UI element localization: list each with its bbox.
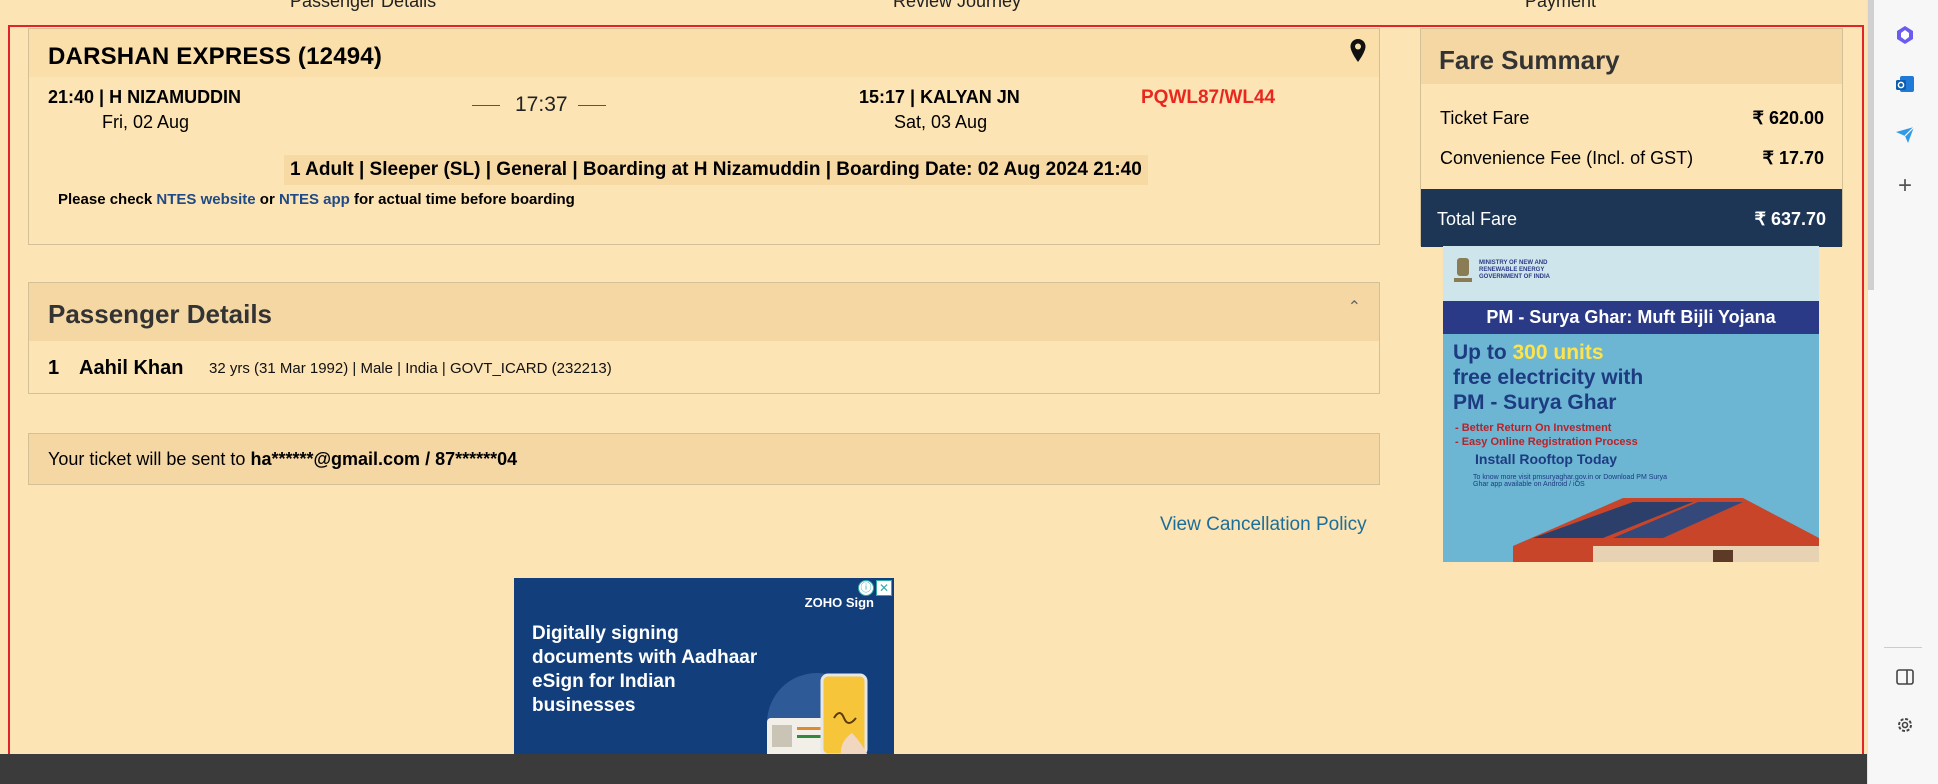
page-content: Passenger Details Review Journey Payment… — [0, 0, 1867, 784]
ad-surya-headline: Up to 300 units free electricity with PM… — [1453, 340, 1703, 415]
esign-illustration-icon — [767, 673, 872, 763]
add-icon[interactable]: + — [1894, 174, 1916, 198]
fare-summary-card: Fare Summary Ticket Fare ₹ 620.00 Conven… — [1420, 28, 1843, 247]
step-passenger-details[interactable]: Passenger Details — [290, 0, 436, 12]
ntes-note: Please check NTES website or NTES app fo… — [58, 191, 575, 208]
departure-date: Fri, 02 Aug — [102, 112, 190, 132]
passenger-details-card: Passenger Details ⌃ 1 Aahil Khan 32 yrs … — [28, 282, 1380, 394]
ticket-fare-label: Ticket Fare — [1440, 108, 1530, 128]
ad-line3: PM - Surya Ghar — [1453, 391, 1617, 414]
journey-card: DARSHAN EXPRESS (12494) 21:40 | H NIZAMU… — [28, 28, 1380, 245]
send-icon[interactable] — [1894, 124, 1916, 146]
waitlist-status: PQWL87/WL44 — [1141, 87, 1276, 108]
outlook-icon[interactable] — [1894, 73, 1916, 95]
passenger-info: 32 yrs (31 Mar 1992) | Male | India | GO… — [209, 360, 612, 377]
passenger-details-header[interactable]: Passenger Details ⌃ — [29, 283, 1379, 341]
ntes-website-link[interactable]: NTES website — [156, 191, 255, 208]
ad-line2: free electricity with — [1453, 366, 1644, 389]
total-fare-value: ₹ 637.70 — [1754, 209, 1826, 229]
passenger-number: 1 — [48, 357, 60, 379]
step-payment[interactable]: Payment — [1525, 0, 1596, 12]
convenience-fee-value: ₹ 17.70 — [1762, 148, 1825, 168]
ad-units: 300 units — [1512, 341, 1604, 364]
view-cancellation-policy-link[interactable]: View Cancellation Policy — [1160, 514, 1367, 536]
ad-bullet-1: - Better Return On Investment — [1455, 422, 1612, 434]
ad-info-icon[interactable]: ⓘ — [858, 580, 874, 596]
booking-summary: 1 Adult | Sleeper (SL) | General | Board… — [284, 155, 1148, 185]
split-panel-icon[interactable] — [1894, 666, 1916, 688]
ad-up-to: Up to — [1453, 341, 1507, 364]
ticket-contact-value: ha******@gmail.com / 87******04 — [250, 449, 518, 469]
fare-summary-title: Fare Summary — [1439, 45, 1620, 75]
fare-summary-header: Fare Summary — [1421, 29, 1842, 84]
departure-time-station: 21:40 | H NIZAMUDDIN — [48, 87, 242, 107]
arrival-time-station: 15:17 | KALYAN JN — [859, 87, 1020, 107]
ticket-contact-text: Your ticket will be sent to ha******@gma… — [48, 449, 517, 470]
map-pin-icon[interactable] — [1349, 38, 1367, 64]
ad-bullet-2: - Easy Online Registration Process — [1455, 436, 1638, 448]
zoho-sign-ad[interactable]: ⓘ ✕ ZOHO Sign Digitally signing document… — [514, 578, 894, 763]
bottom-strip — [0, 754, 1867, 784]
ticket-contact-card: Your ticket will be sent to ha******@gma… — [28, 433, 1380, 485]
ticket-contact-prefix: Your ticket will be sent to — [48, 449, 246, 469]
progress-stepper: Passenger Details Review Journey Payment — [0, 0, 1867, 24]
step-review-journey[interactable]: Review Journey — [893, 0, 1021, 12]
convenience-fee-label: Convenience Fee (Incl. of GST) — [1440, 148, 1694, 168]
gear-icon[interactable] — [1894, 714, 1916, 736]
ad-ministry-header: MINISTRY OF NEW AND RENEWABLE ENERGY GOV… — [1443, 246, 1819, 302]
train-name: DARSHAN EXPRESS (12494) — [48, 43, 383, 70]
journey-duration: 17:37 — [515, 93, 568, 116]
ad-surya-band: PM - Surya Ghar: Muft Bijli Yojana — [1443, 301, 1819, 334]
chevron-up-icon[interactable]: ⌃ — [1348, 297, 1361, 317]
copilot-icon[interactable] — [1894, 24, 1916, 46]
browser-sidebar: + — [1867, 0, 1938, 784]
journey-header: DARSHAN EXPRESS (12494) — [29, 29, 1379, 77]
ntes-note-or: or — [259, 191, 275, 208]
ntes-app-link[interactable]: NTES app — [279, 191, 350, 208]
surya-ghar-ad[interactable]: MINISTRY OF NEW AND RENEWABLE ENERGY GOV… — [1443, 246, 1819, 562]
duration-dash-left — [472, 105, 500, 106]
scrollbar[interactable] — [1868, 0, 1874, 290]
house-solar-illustration-icon — [1513, 498, 1819, 562]
passenger-name: Aahil Khan — [79, 357, 184, 379]
total-fare-label: Total Fare — [1437, 209, 1518, 229]
duration-dash-right — [578, 105, 606, 106]
sidebar-divider — [1884, 647, 1922, 648]
ad-close-icon[interactable]: ✕ — [876, 580, 892, 596]
zoho-sign-logo: ZOHO Sign — [804, 595, 874, 610]
ad-ministry-text: MINISTRY OF NEW AND RENEWABLE ENERGY GOV… — [1479, 260, 1551, 280]
arrival-date: Sat, 03 Aug — [894, 112, 988, 132]
emblem-icon — [1454, 258, 1472, 282]
ntes-note-prefix: Please check — [58, 191, 153, 208]
passenger-details-title: Passenger Details — [48, 299, 273, 329]
ad-install-text: Install Rooftop Today — [1475, 451, 1618, 467]
ticket-fare-value: ₹ 620.00 — [1752, 108, 1824, 128]
total-fare-bar: Total Fare ₹ 637.70 — [1421, 189, 1842, 247]
ntes-note-suffix: for actual time before boarding — [353, 191, 575, 208]
